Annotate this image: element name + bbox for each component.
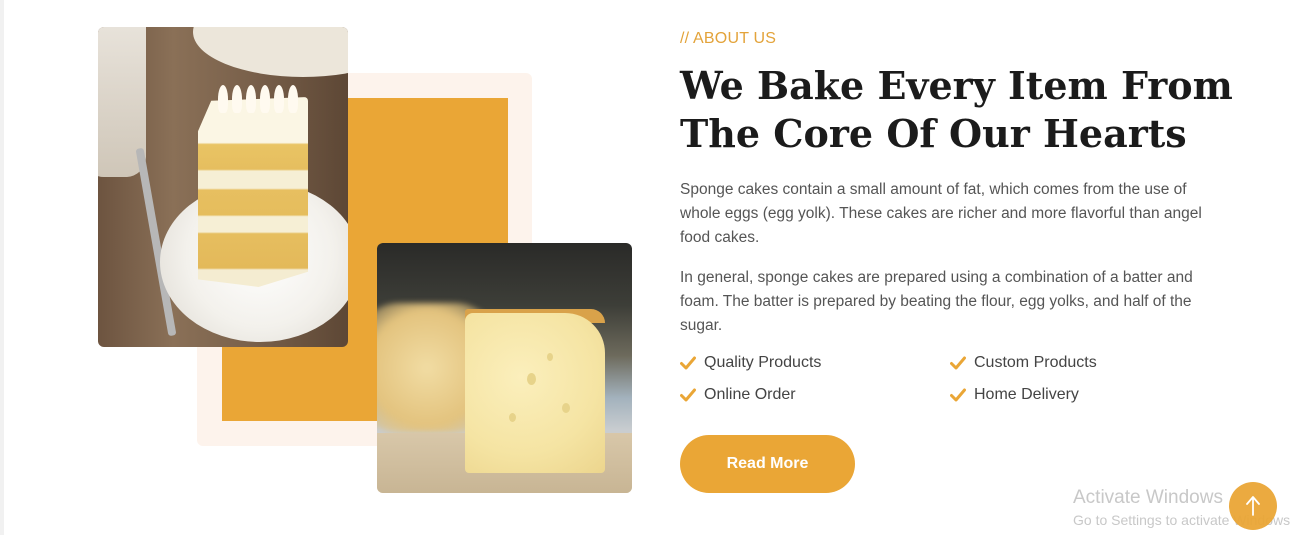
feature-label: Home Delivery: [974, 386, 1079, 403]
check-icon: [950, 388, 966, 402]
section-headline: We Bake Every Item From The Core Of Our …: [680, 62, 1240, 158]
check-icon: [950, 356, 966, 370]
arrow-up-icon: [1246, 496, 1260, 516]
section-eyebrow: // ABOUT US: [680, 30, 777, 47]
cake-slice-image: [98, 27, 348, 347]
feature-item: Home Delivery: [950, 386, 1079, 404]
headline-line-2: The Core Of Our Hearts: [680, 111, 1187, 156]
check-icon: [680, 356, 696, 370]
feature-item: Quality Products: [680, 354, 821, 372]
about-paragraph-2: In general, sponge cakes are prepared us…: [680, 269, 1193, 334]
check-icon: [680, 388, 696, 402]
feature-item: Online Order: [680, 386, 796, 404]
headline-line-1: We Bake Every Item From: [680, 63, 1233, 108]
feature-item: Custom Products: [950, 354, 1097, 372]
page-left-edge: [0, 0, 4, 535]
feature-label: Online Order: [704, 386, 796, 403]
about-paragraph-1: Sponge cakes contain a small amount of f…: [680, 181, 1202, 246]
read-more-button[interactable]: Read More: [680, 435, 855, 493]
feature-label: Custom Products: [974, 354, 1097, 371]
sponge-cake-image: [377, 243, 632, 493]
feature-label: Quality Products: [704, 354, 822, 371]
scroll-to-top-button[interactable]: [1229, 482, 1277, 530]
